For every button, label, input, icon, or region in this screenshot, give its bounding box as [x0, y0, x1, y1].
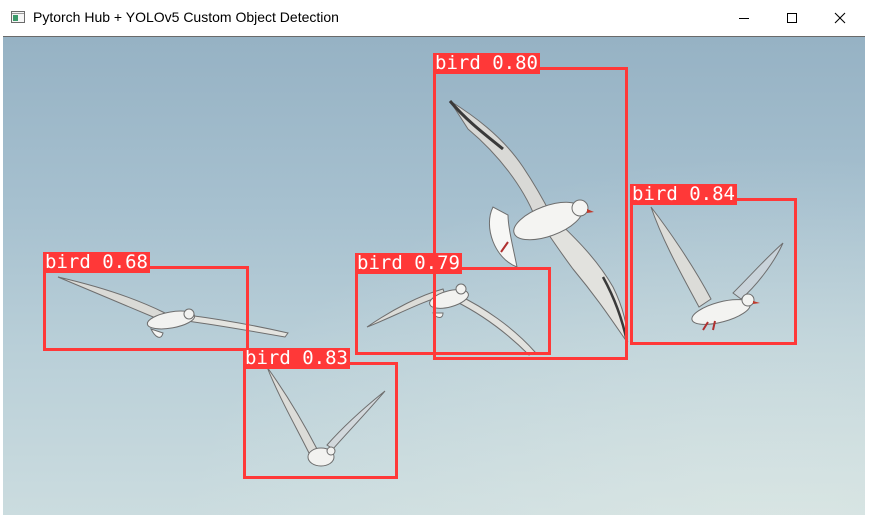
- title-bar[interactable]: Pytorch Hub + YOLOv5 Custom Object Detec…: [0, 0, 869, 36]
- minimize-icon: [739, 18, 749, 19]
- detection-box: bird 0.79: [355, 253, 551, 355]
- detection-label: bird 0.83: [243, 347, 350, 369]
- close-icon: [834, 12, 846, 24]
- detection-box: bird 0.83: [243, 348, 398, 479]
- detection-label: bird 0.68: [43, 251, 150, 273]
- maximize-button[interactable]: [769, 0, 815, 36]
- detection-label: bird 0.79: [355, 252, 462, 274]
- app-window: Pytorch Hub + YOLOv5 Custom Object Detec…: [0, 0, 869, 517]
- detection-label: bird 0.84: [630, 183, 737, 205]
- close-button[interactable]: [817, 0, 863, 36]
- maximize-icon: [787, 13, 797, 23]
- app-window-icon: [11, 11, 25, 23]
- detection-box: bird 0.68: [43, 252, 249, 351]
- detection-label: bird 0.80: [433, 52, 540, 74]
- window-title: Pytorch Hub + YOLOv5 Custom Object Detec…: [33, 9, 339, 25]
- detection-box: bird 0.84: [630, 184, 797, 345]
- minimize-button[interactable]: [721, 0, 767, 36]
- detection-image: bird 0.80 bird 0.84 bird 0.68 bird 0.79 …: [3, 36, 865, 515]
